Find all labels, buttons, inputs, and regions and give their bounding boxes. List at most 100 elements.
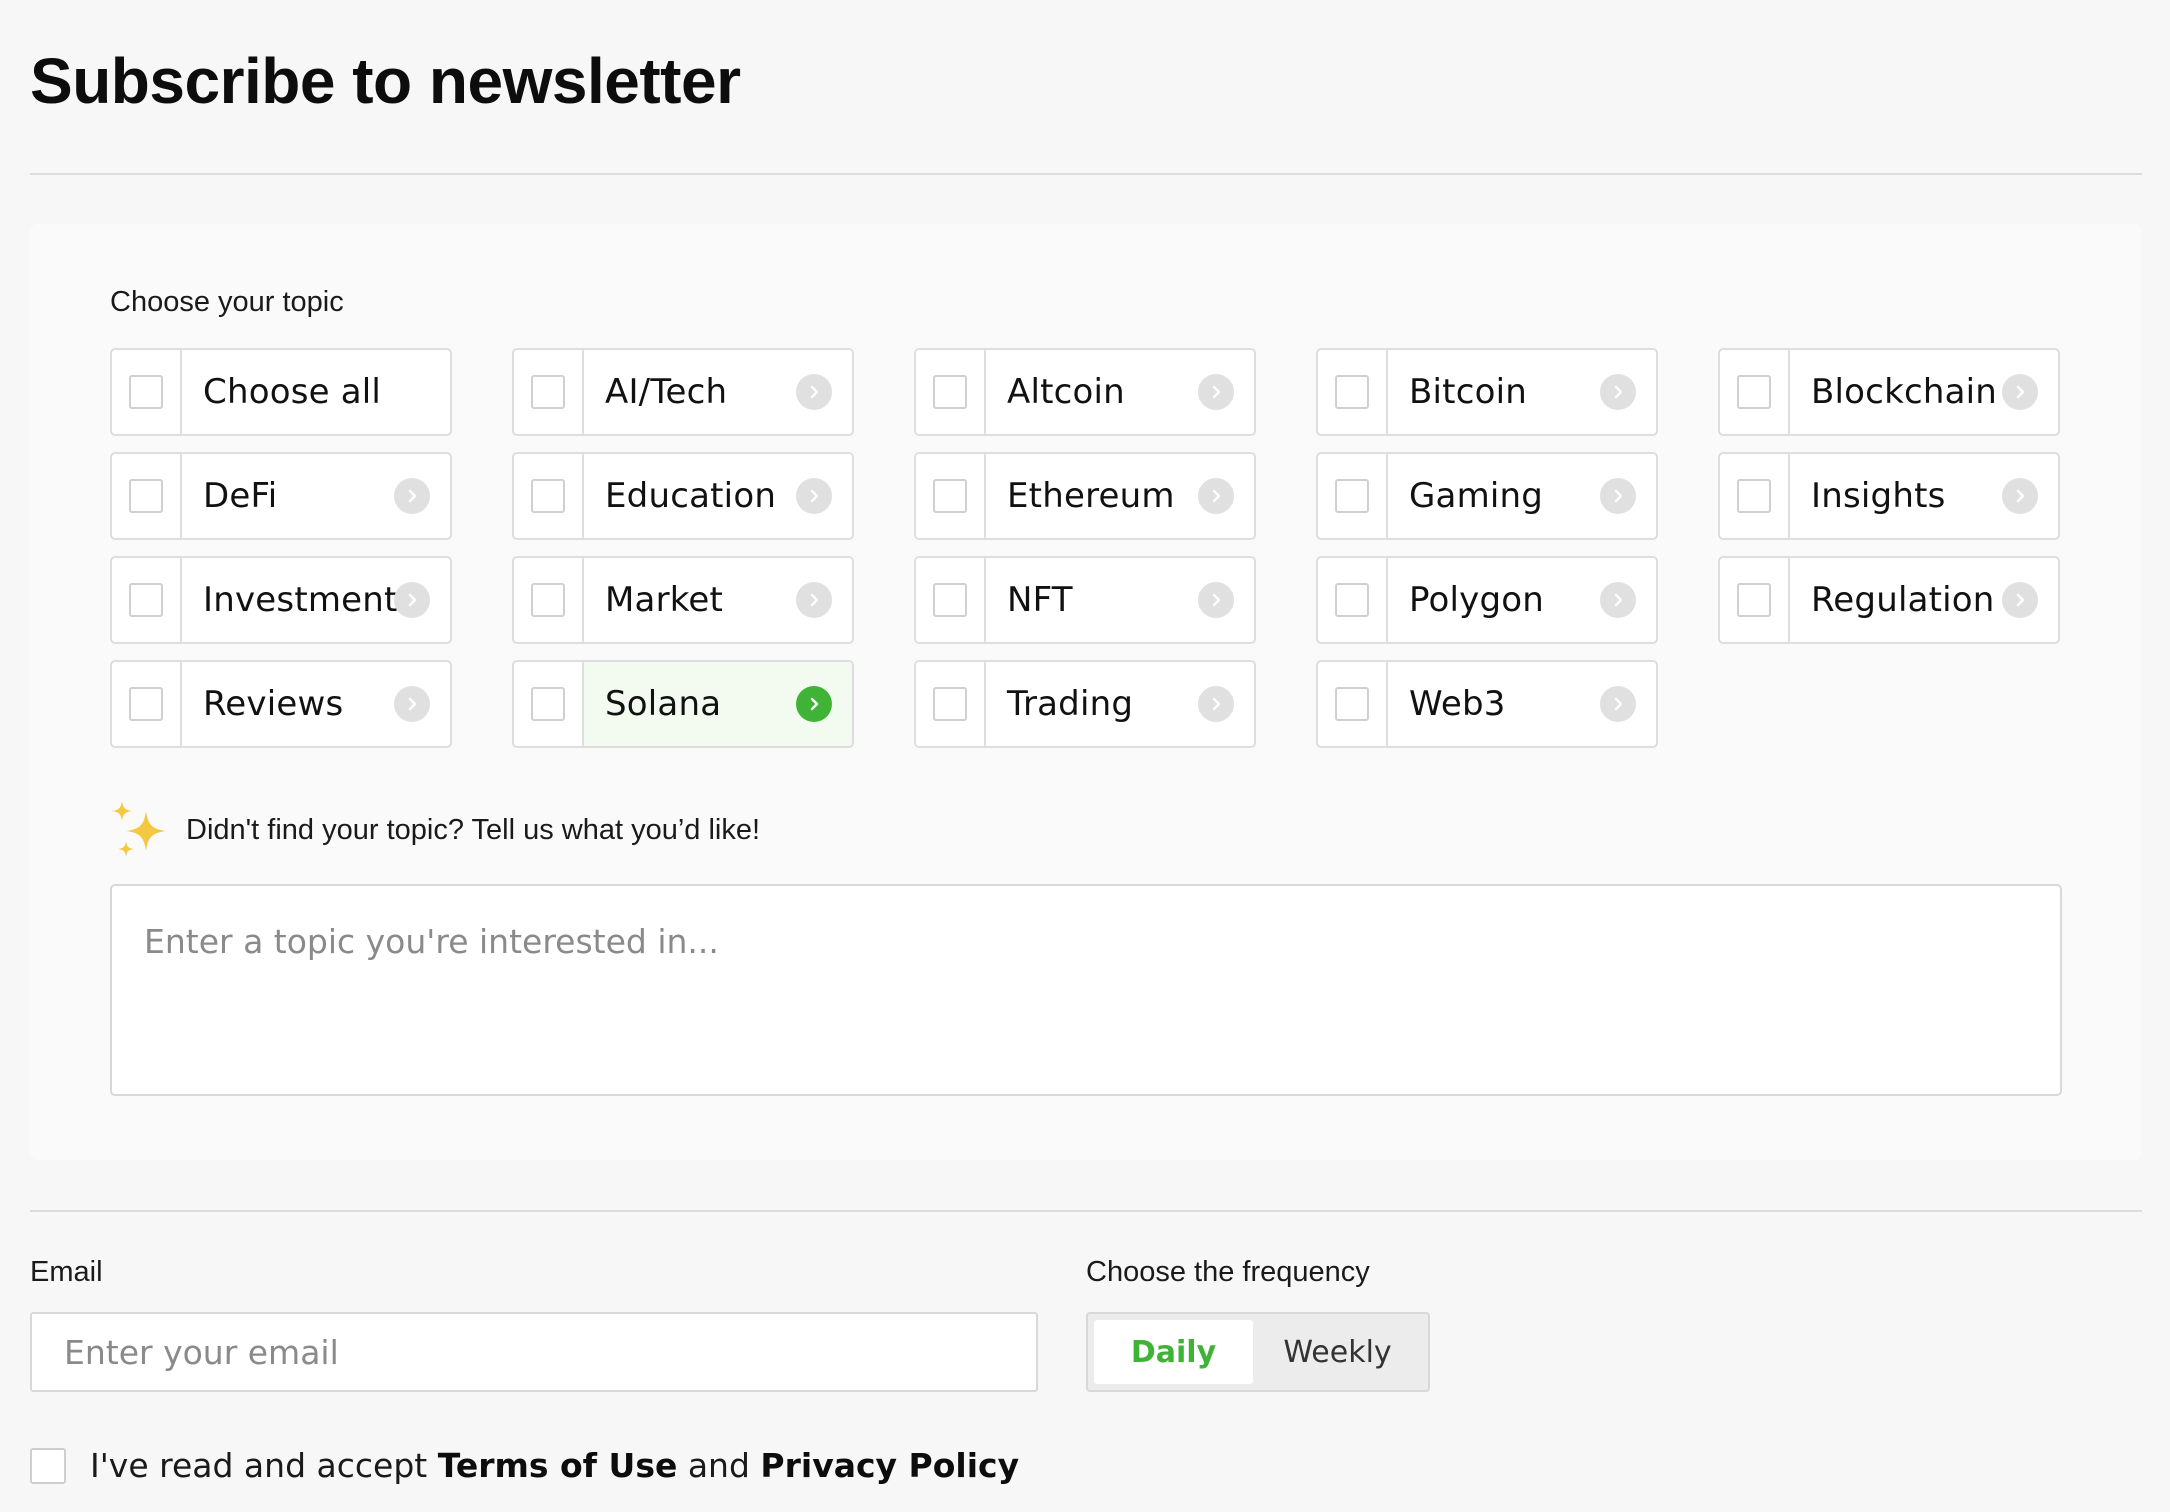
topic-chip-investment[interactable]: Investment: [110, 556, 452, 644]
suggest-row: Didn't find your topic? Tell us what you…: [110, 799, 760, 861]
topic-chip-insights[interactable]: Insights: [1718, 452, 2060, 540]
topic-checkbox[interactable]: [1335, 687, 1369, 721]
topic-checkbox[interactable]: [129, 375, 163, 409]
frequency-label: Choose the frequency: [1086, 1256, 1370, 1288]
checkbox-cell: [112, 662, 182, 746]
terms-middle: and: [677, 1446, 761, 1485]
topic-chip-web3[interactable]: Web3: [1316, 660, 1658, 748]
topic-checkbox[interactable]: [531, 479, 565, 513]
checkbox-cell: [514, 350, 584, 434]
checkbox-cell: [1318, 454, 1388, 538]
topic-checkbox[interactable]: [531, 375, 565, 409]
terms-checkbox[interactable]: [30, 1447, 66, 1484]
frequency-toggle: Daily Weekly: [1086, 1312, 1430, 1392]
chevron-right-icon[interactable]: [394, 478, 430, 514]
checkbox-cell: [916, 558, 986, 642]
topic-heading: Choose your topic: [110, 286, 344, 318]
topic-chip-market[interactable]: Market: [512, 556, 854, 644]
chevron-right-icon[interactable]: [1600, 686, 1636, 722]
sparkles-icon: [112, 801, 166, 857]
chevron-right-icon[interactable]: [2002, 374, 2038, 410]
checkbox-cell: [112, 350, 182, 434]
checkbox-cell: [1720, 454, 1790, 538]
topic-checkbox[interactable]: [933, 375, 967, 409]
frequency-daily-option[interactable]: Daily: [1094, 1320, 1254, 1384]
topic-checkbox[interactable]: [1335, 375, 1369, 409]
topic-chip-choose-all[interactable]: Choose all: [110, 348, 452, 436]
topic-chip-blockchain[interactable]: Blockchain: [1718, 348, 2060, 436]
checkbox-cell: [1318, 558, 1388, 642]
checkbox-cell: [916, 350, 986, 434]
topic-checkbox[interactable]: [1737, 479, 1771, 513]
topic-chip-education[interactable]: Education: [512, 452, 854, 540]
checkbox-cell: [514, 454, 584, 538]
topic-chip-ai-tech[interactable]: AI/Tech: [512, 348, 854, 436]
chevron-right-icon[interactable]: [1198, 582, 1234, 618]
topic-chip-gaming[interactable]: Gaming: [1316, 452, 1658, 540]
topic-checkbox[interactable]: [129, 479, 163, 513]
checkbox-cell: [1318, 662, 1388, 746]
topic-chip-defi[interactable]: DeFi: [110, 452, 452, 540]
checkbox-cell: [514, 558, 584, 642]
terms-of-use-link[interactable]: Terms of Use: [438, 1446, 678, 1485]
frequency-weekly-option[interactable]: Weekly: [1253, 1320, 1422, 1384]
chevron-right-icon[interactable]: [1198, 686, 1234, 722]
checkbox-cell: [916, 662, 986, 746]
privacy-policy-link[interactable]: Privacy Policy: [760, 1446, 1019, 1485]
top-divider: [30, 173, 2142, 175]
checkbox-cell: [112, 558, 182, 642]
topic-chip-regulation[interactable]: Regulation: [1718, 556, 2060, 644]
chevron-right-icon[interactable]: [1600, 374, 1636, 410]
topic-checkbox[interactable]: [129, 687, 163, 721]
chevron-right-icon[interactable]: [2002, 582, 2038, 618]
checkbox-cell: [1318, 350, 1388, 434]
checkbox-cell: [112, 454, 182, 538]
topic-checkbox[interactable]: [531, 583, 565, 617]
chevron-right-icon[interactable]: [1600, 582, 1636, 618]
terms-prefix: I've read and accept: [90, 1446, 438, 1485]
chevron-right-icon[interactable]: [2002, 478, 2038, 514]
terms-row: I've read and accept Terms of Use and Pr…: [30, 1446, 1019, 1485]
topic-chip-reviews[interactable]: Reviews: [110, 660, 452, 748]
chevron-right-icon[interactable]: [394, 582, 430, 618]
topic-chip-solana[interactable]: Solana: [512, 660, 854, 748]
chevron-right-icon[interactable]: [1198, 374, 1234, 410]
topic-label: Choose all: [203, 372, 382, 412]
terms-text: I've read and accept Terms of Use and Pr…: [90, 1446, 1019, 1485]
topic-chip-trading[interactable]: Trading: [914, 660, 1256, 748]
topic-checkbox[interactable]: [1737, 583, 1771, 617]
topic-card: Choose your topic Choose all AI/Tech Altco…: [30, 224, 2142, 1160]
topic-checkbox[interactable]: [1335, 583, 1369, 617]
checkbox-cell: [1720, 558, 1790, 642]
checkbox-cell: [916, 454, 986, 538]
topic-chip-ethereum[interactable]: Ethereum: [914, 452, 1256, 540]
topic-checkbox[interactable]: [1737, 375, 1771, 409]
topic-chip-bitcoin[interactable]: Bitcoin: [1316, 348, 1658, 436]
topic-checkbox[interactable]: [933, 479, 967, 513]
topic-suggestion-input[interactable]: [110, 884, 2062, 1096]
email-label: Email: [30, 1256, 103, 1288]
newsletter-page: Subscribe to newsletter Choose your topi…: [0, 0, 2170, 1512]
topic-checkbox[interactable]: [933, 583, 967, 617]
chevron-right-icon[interactable]: [796, 478, 832, 514]
checkbox-cell: [1720, 350, 1790, 434]
chevron-right-icon[interactable]: [394, 686, 430, 722]
topic-chip-polygon[interactable]: Polygon: [1316, 556, 1658, 644]
suggest-text: Didn't find your topic? Tell us what you…: [186, 813, 761, 846]
page-title: Subscribe to newsletter: [30, 45, 741, 117]
chevron-right-icon[interactable]: [1198, 478, 1234, 514]
topic-chip-altcoin[interactable]: Altcoin: [914, 348, 1256, 436]
topic-checkbox[interactable]: [129, 583, 163, 617]
topic-checkbox[interactable]: [1335, 479, 1369, 513]
topic-checkbox[interactable]: [531, 687, 565, 721]
topic-checkbox[interactable]: [933, 687, 967, 721]
chevron-right-icon[interactable]: [796, 374, 832, 410]
topic-grid: Choose all AI/Tech Altcoin Bitcoin Blockchai…: [110, 348, 2062, 748]
middle-divider: [30, 1210, 2142, 1212]
checkbox-cell: [514, 662, 584, 746]
email-field[interactable]: [30, 1312, 1038, 1392]
chevron-right-icon[interactable]: [796, 582, 832, 618]
chevron-right-icon[interactable]: [796, 686, 832, 722]
chevron-right-icon[interactable]: [1600, 478, 1636, 514]
topic-chip-nft[interactable]: NFT: [914, 556, 1256, 644]
